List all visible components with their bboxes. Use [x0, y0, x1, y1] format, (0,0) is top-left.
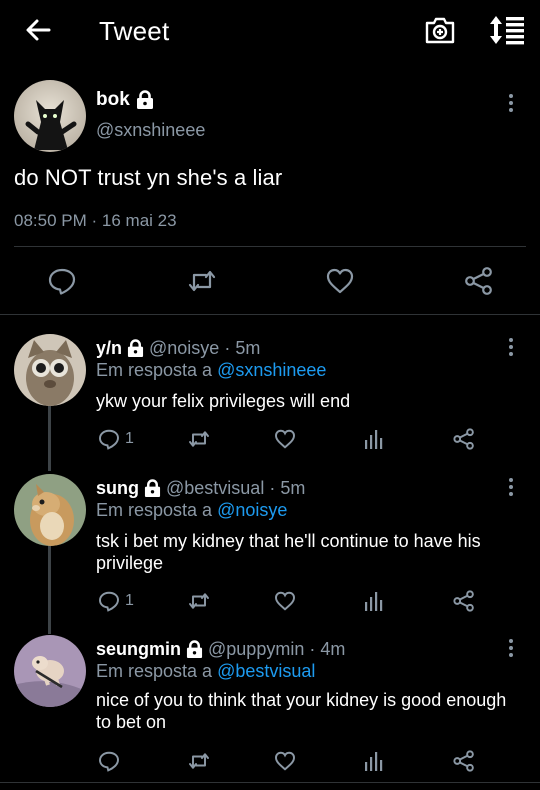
reply-text: ykw your felix privileges will end	[96, 391, 351, 411]
reply-icon[interactable]	[46, 265, 78, 297]
reply-header: y/n @noisye · 5m	[96, 338, 261, 359]
reply-icon	[99, 591, 119, 612]
mention-link[interactable]: @sxnshineee	[217, 360, 326, 380]
reply-button[interactable]	[97, 748, 125, 774]
retweet-icon	[189, 593, 209, 609]
arrow-left-icon[interactable]	[22, 14, 54, 46]
like-heart-icon	[275, 429, 295, 449]
author-handle[interactable]: @sxnshineee	[96, 120, 205, 141]
reply-button[interactable]: 1	[97, 426, 134, 452]
reply-button[interactable]: 1	[97, 588, 134, 614]
avatar[interactable]	[14, 635, 86, 707]
camera-plus-icon[interactable]	[423, 13, 457, 47]
like-heart-icon	[275, 751, 295, 771]
replying-to: Em resposta a @sxnshineee	[96, 360, 327, 380]
reply-header: sung @bestvisual · 5m	[96, 478, 306, 499]
reply-text: nice of you to think that your kidney is…	[96, 690, 507, 732]
mention-link[interactable]: @bestvisual	[217, 661, 315, 681]
author-name[interactable]: sung	[96, 478, 139, 499]
share-icon	[453, 428, 474, 450]
reply-count: 1	[125, 592, 134, 609]
avatar[interactable]	[14, 474, 86, 546]
retweet-icon	[189, 753, 209, 769]
tweet-text: do NOT trust yn she's a liar	[14, 165, 283, 190]
divider	[14, 246, 526, 247]
share-icon[interactable]	[463, 265, 495, 297]
reply-text: tsk i bet my kidney that he'll continue …	[96, 531, 481, 573]
author-handle[interactable]: @puppymin	[208, 639, 304, 660]
tweet-actions	[0, 265, 540, 301]
tweet-timestamp[interactable]: 08:50 PM · 16 mai 23	[14, 211, 177, 231]
reply-actions: 1	[0, 426, 540, 456]
share-button[interactable]	[452, 426, 476, 452]
share-button[interactable]	[452, 588, 476, 614]
analytics-button[interactable]	[363, 426, 383, 452]
more-vertical-icon[interactable]	[500, 336, 522, 358]
author-name[interactable]: y/n	[96, 338, 122, 359]
analytics-icon	[365, 430, 383, 449]
replying-to: Em resposta a @noisye	[96, 500, 288, 520]
analytics-icon	[365, 752, 383, 771]
like-heart-icon	[275, 591, 295, 611]
lock-icon	[144, 479, 161, 497]
like-button[interactable]	[273, 426, 297, 452]
analytics-button[interactable]	[363, 748, 383, 774]
avatar[interactable]	[14, 80, 86, 152]
share-icon	[453, 590, 474, 612]
retweet-icon	[189, 431, 209, 447]
more-vertical-icon[interactable]	[500, 476, 522, 498]
analytics-button[interactable]	[363, 588, 383, 614]
replying-to: Em resposta a @bestvisual	[96, 661, 316, 681]
tweet-age: 4m	[320, 639, 346, 659]
like-button[interactable]	[273, 588, 297, 614]
retweet-button[interactable]	[187, 588, 211, 614]
lock-icon	[127, 339, 144, 357]
more-vertical-icon[interactable]	[500, 92, 522, 114]
share-button[interactable]	[452, 748, 476, 774]
tweet-age: 5m	[235, 338, 261, 358]
share-icon	[453, 750, 474, 772]
lock-icon	[136, 90, 153, 109]
avatar[interactable]	[14, 334, 86, 406]
retweet-button[interactable]	[187, 748, 211, 774]
author-name[interactable]: seungmin	[96, 639, 181, 660]
page-title: Tweet	[99, 16, 170, 46]
author-handle[interactable]: @bestvisual	[166, 478, 264, 499]
reply-count: 1	[125, 430, 134, 447]
top-bar: Tweet	[0, 0, 540, 62]
divider	[0, 314, 540, 315]
reply-actions	[0, 748, 540, 778]
reply-icon	[99, 429, 119, 450]
lock-icon	[186, 640, 203, 658]
sort-list-icon[interactable]	[488, 13, 526, 47]
reply-icon	[99, 751, 119, 772]
more-vertical-icon[interactable]	[500, 637, 522, 659]
like-heart-icon[interactable]	[324, 265, 356, 297]
author-name[interactable]: bok	[96, 89, 154, 111]
analytics-icon	[365, 592, 383, 611]
like-button[interactable]	[273, 748, 297, 774]
tweet-age: 5m	[280, 478, 306, 498]
retweet-icon[interactable]	[186, 265, 218, 297]
mention-link[interactable]: @noisye	[217, 500, 287, 520]
author-handle[interactable]: @noisye	[149, 338, 219, 359]
reply-header: seungmin @puppymin · 4m	[96, 639, 346, 660]
reply-actions: 1	[0, 588, 540, 618]
divider	[0, 782, 540, 783]
retweet-button[interactable]	[187, 426, 211, 452]
